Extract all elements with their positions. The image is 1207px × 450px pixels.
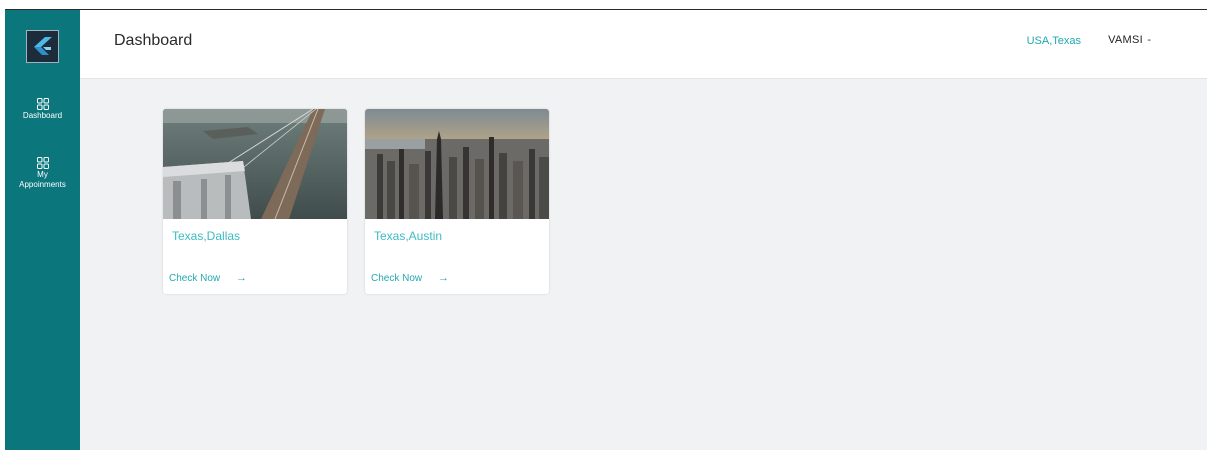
city-photo (365, 109, 549, 219)
check-now-link[interactable]: Check Now (371, 273, 422, 284)
caret-down-icon[interactable]: - (1147, 34, 1151, 46)
arrow-right-icon[interactable]: → (236, 272, 247, 284)
grid-icon (36, 156, 49, 169)
grid-icon (36, 97, 49, 110)
sidebar-item-label: My (37, 170, 48, 179)
city-card-austin[interactable]: Texas,Austin Check Now → (365, 109, 549, 294)
app-frame: Dashboard My Appoinments Dashboard USA,T… (5, 9, 1207, 450)
sidebar-item-label: Dashboard (22, 111, 63, 120)
app-logo[interactable] (26, 30, 59, 63)
sidebar-item-appointments[interactable]: My Appoinments (5, 156, 80, 190)
top-header: Dashboard USA,Texas VAMSI - (80, 10, 1207, 79)
sidebar: Dashboard My Appoinments (5, 10, 80, 450)
user-menu[interactable]: VAMSI (1108, 34, 1143, 46)
location-link[interactable]: USA,Texas (1027, 35, 1081, 47)
sidebar-item-dashboard[interactable]: Dashboard (5, 97, 80, 121)
arrow-right-icon[interactable]: → (438, 272, 449, 284)
city-card-dallas[interactable]: Texas,Dallas Check Now → (163, 109, 347, 294)
page-title: Dashboard (114, 32, 193, 49)
city-name: Texas,Dallas (172, 229, 241, 243)
sidebar-item-label: Appoinments (19, 180, 66, 189)
city-photo (163, 109, 347, 219)
check-now-link[interactable]: Check Now (169, 273, 220, 284)
city-name: Texas,Austin (374, 229, 443, 243)
